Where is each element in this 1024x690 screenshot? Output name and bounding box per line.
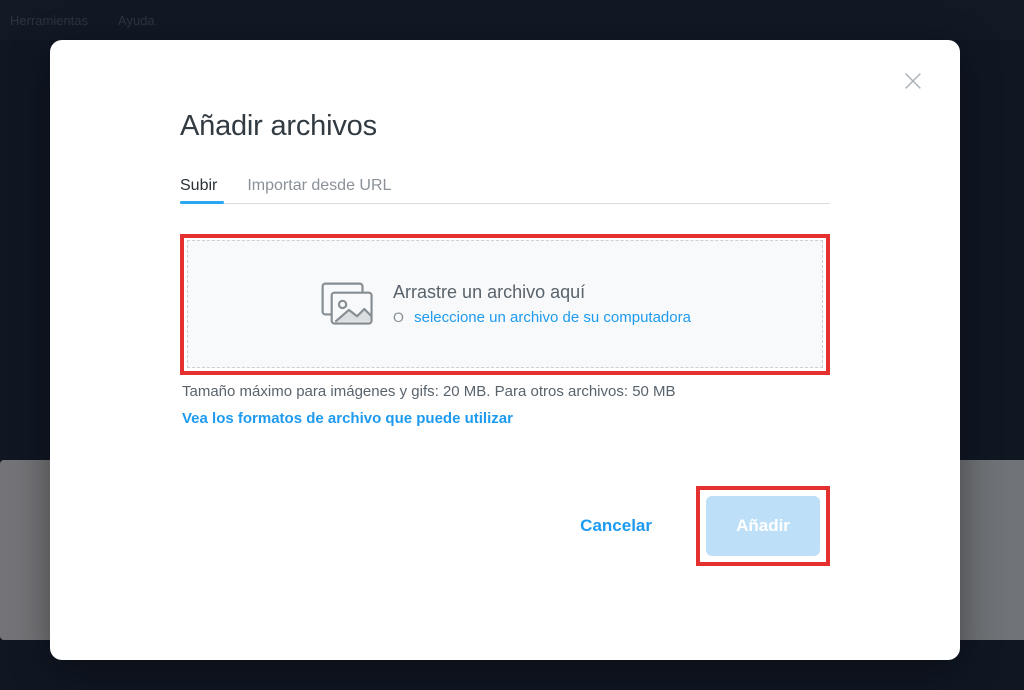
dropzone-drag-label: Arrastre un archivo aquí <box>393 282 691 303</box>
images-icon <box>319 280 377 328</box>
close-icon <box>902 79 924 96</box>
tab-upload[interactable]: Subir <box>180 177 217 203</box>
cancel-button[interactable]: Cancelar <box>580 516 652 536</box>
add-files-modal: Añadir archivos Subir Importar desde URL <box>50 40 960 660</box>
max-size-note: Tamaño máximo para imágenes y gifs: 20 M… <box>182 383 828 400</box>
tabs: Subir Importar desde URL <box>180 177 830 204</box>
file-dropzone[interactable]: Arrastre un archivo aquí o seleccione un… <box>187 240 823 368</box>
tab-import-label: Importar desde URL <box>247 177 391 194</box>
add-button[interactable]: Añadir <box>706 496 820 556</box>
tab-import-url[interactable]: Importar desde URL <box>247 177 391 203</box>
modal-footer: Cancelar Añadir <box>180 486 830 566</box>
dropzone-select-link[interactable]: seleccione un archivo de su computadora <box>414 309 691 326</box>
dropzone-highlight: Arrastre un archivo aquí o seleccione un… <box>180 234 830 375</box>
formats-link[interactable]: Vea los formatos de archivo que puede ut… <box>182 410 513 427</box>
tab-upload-label: Subir <box>180 177 217 194</box>
modal-title: Añadir archivos <box>180 110 830 143</box>
close-button[interactable] <box>902 70 926 94</box>
add-button-highlight: Añadir <box>696 486 830 566</box>
dropzone-text: Arrastre un archivo aquí o seleccione un… <box>393 282 691 326</box>
dropzone-or-label: o <box>393 309 404 325</box>
